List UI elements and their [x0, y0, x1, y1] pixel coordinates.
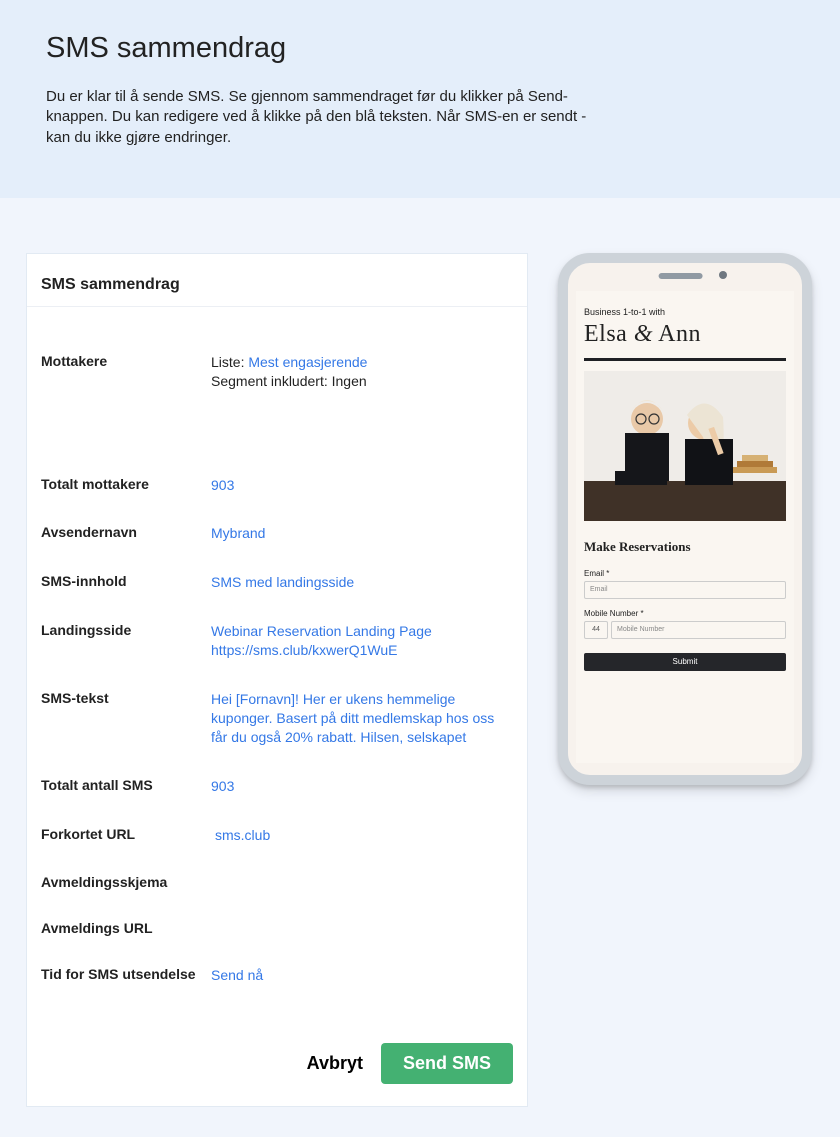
phone-camera	[719, 271, 727, 279]
phone-screen: Business 1-to-1 with Elsa & Ann	[576, 291, 794, 763]
list-prefix: Liste:	[211, 354, 248, 370]
preview-mobile-input[interactable]: Mobile Number	[611, 621, 786, 639]
card-title: SMS sammendrag	[27, 254, 527, 307]
row-unsub-form: Avmeldingsskjema	[41, 874, 513, 890]
label-content: SMS-innhold	[41, 573, 211, 592]
list-link[interactable]: Mest engasjerende	[248, 354, 367, 370]
value-recipients: Liste: Mest engasjerende Segment inklude…	[211, 353, 367, 391]
preview-image	[584, 371, 786, 521]
row-recipients: Mottakere Liste: Mest engasjerende Segme…	[41, 353, 513, 391]
preview-submit-button[interactable]: Submit	[584, 653, 786, 671]
summary-rows: Mottakere Liste: Mest engasjerende Segme…	[27, 307, 527, 1030]
card-actions: Avbryt Send SMS	[27, 1029, 527, 1106]
send-sms-button[interactable]: Send SMS	[381, 1043, 513, 1084]
preview-brand: Elsa & Ann	[584, 321, 786, 348]
value-sender[interactable]: Mybrand	[211, 524, 265, 543]
summary-card: SMS sammendrag Mottakere Liste: Mest eng…	[26, 253, 528, 1108]
preview-small-text: Business 1-to-1 with	[584, 307, 786, 317]
brand-a: Elsa	[584, 321, 634, 347]
preview-email-label: Email *	[584, 569, 786, 578]
brand-b: Ann	[653, 321, 701, 347]
value-total-recipients[interactable]: 903	[211, 476, 234, 495]
label-text: SMS-tekst	[41, 690, 211, 747]
label-recipients: Mottakere	[41, 353, 211, 391]
phone-preview: Business 1-to-1 with Elsa & Ann	[558, 253, 812, 785]
preview-divider	[584, 358, 786, 361]
preview-email-input[interactable]: Email	[584, 581, 786, 599]
value-short-url[interactable]: sms.club	[211, 826, 270, 845]
main: SMS sammendrag Mottakere Liste: Mest eng…	[0, 198, 840, 1137]
value-total-sms[interactable]: 903	[211, 777, 234, 796]
page-header: SMS sammendrag Du er klar til å sende SM…	[0, 0, 840, 198]
label-short-url: Forkortet URL	[41, 826, 211, 845]
row-sender: Avsendernavn Mybrand	[41, 524, 513, 543]
preview-mobile-label: Mobile Number *	[584, 609, 786, 618]
label-unsub-url: Avmeldings URL	[41, 920, 211, 936]
label-send-time: Tid for SMS utsendelse	[41, 966, 211, 985]
phone-earpiece	[659, 273, 703, 279]
page-title: SMS sammendrag	[46, 32, 794, 65]
preview-mobile-row: 44 Mobile Number	[584, 621, 786, 639]
row-text: SMS-tekst Hei [Fornavn]! Her er ukens he…	[41, 690, 513, 747]
label-total-recipients: Totalt mottakere	[41, 476, 211, 495]
phone-frame: Business 1-to-1 with Elsa & Ann	[558, 253, 812, 785]
label-total-sms: Totalt antall SMS	[41, 777, 211, 796]
row-send-time: Tid for SMS utsendelse Send nå	[41, 966, 513, 985]
row-unsub-url: Avmeldings URL	[41, 920, 513, 936]
preview-mobile-cc[interactable]: 44	[584, 621, 608, 639]
row-total-sms: Totalt antall SMS 903	[41, 777, 513, 796]
row-short-url: Forkortet URL sms.club	[41, 826, 513, 845]
row-landing: Landingsside Webinar Reservation Landing…	[41, 622, 513, 660]
value-landing[interactable]: Webinar Reservation Landing Page https:/…	[211, 622, 432, 660]
label-unsub-form: Avmeldingsskjema	[41, 874, 211, 890]
preview-reservations-heading: Make Reservations	[584, 539, 786, 555]
landing-url: https://sms.club/kxwerQ1WuE	[211, 642, 397, 658]
page-subtitle: Du er klar til å sende SMS. Se gjennom s…	[46, 87, 606, 148]
value-send-time[interactable]: Send nå	[211, 966, 263, 985]
cancel-button[interactable]: Avbryt	[307, 1053, 363, 1074]
brand-amp: &	[634, 321, 653, 347]
row-content: SMS-innhold SMS med landingsside	[41, 573, 513, 592]
row-total-recipients: Totalt mottakere 903	[41, 476, 513, 495]
segment-text: Segment inkludert: Ingen	[211, 373, 367, 389]
value-content[interactable]: SMS med landingsside	[211, 573, 354, 592]
label-sender: Avsendernavn	[41, 524, 211, 543]
landing-name: Webinar Reservation Landing Page	[211, 623, 432, 639]
value-text[interactable]: Hei [Fornavn]! Her er ukens hemmelige ku…	[211, 690, 501, 747]
label-landing: Landingsside	[41, 622, 211, 660]
